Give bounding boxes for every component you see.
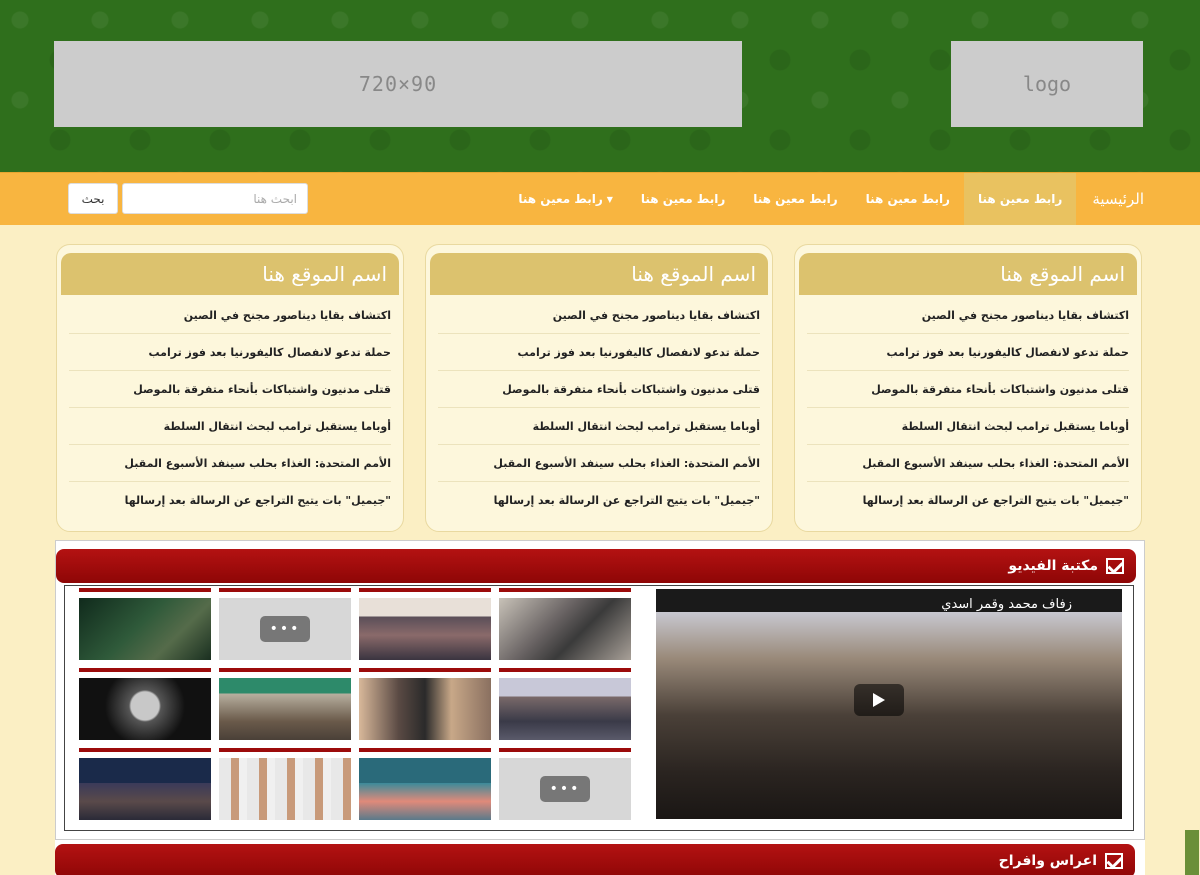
video-thumbnail-image: [79, 598, 211, 660]
video-thumbnail-image: [359, 598, 491, 660]
caret-down-icon: ▼: [606, 194, 613, 204]
more-icon: •••: [540, 776, 590, 802]
video-thumbnail[interactable]: •••: [499, 748, 631, 820]
news-item[interactable]: الأمم المتحدة: الغذاء بحلب سينفد الأسبوع…: [69, 445, 391, 482]
video-thumbnail[interactable]: [359, 668, 491, 740]
news-item[interactable]: قتلى مدنيون واشتباكات بأنحاء متفرقة بالم…: [438, 371, 760, 408]
more-icon: •••: [260, 616, 310, 642]
news-item[interactable]: "جيميل" بات يتيح التراجع عن الرسالة بعد …: [807, 482, 1129, 518]
video-thumbnail-image: [359, 758, 491, 820]
video-thumbnail-image: [219, 678, 351, 740]
video-placeholder: •••: [219, 598, 351, 660]
section-header: اعراس وافراح: [55, 844, 1135, 875]
news-item[interactable]: اكتشاف بقايا ديناصور مجنح في الصين: [807, 297, 1129, 334]
nav-link-label: رابط معين هنا: [977, 192, 1063, 206]
main-video-player[interactable]: زفاف محمد وقمر اسدي: [656, 589, 1122, 819]
nav-home-label: الرئيسية: [1092, 190, 1144, 208]
video-thumbnail[interactable]: [79, 668, 211, 740]
news-item[interactable]: الأمم المتحدة: الغذاء بحلب سينفد الأسبوع…: [807, 445, 1129, 482]
video-caption: زفاف محمد وقمر اسدي: [941, 597, 1072, 612]
video-thumbnail-image: [219, 758, 351, 820]
nav-link-3[interactable]: رابط معين هنا: [739, 173, 851, 225]
news-list: اكتشاف بقايا ديناصور مجنح في الصين حملة …: [426, 295, 772, 518]
news-box-left: اسم الموقع هنا اكتشاف بقايا ديناصور مجنح…: [56, 244, 404, 532]
nav-link-2[interactable]: رابط معين هنا: [852, 173, 964, 225]
site-header: 720×90 logo: [0, 0, 1200, 172]
video-thumbnail-image: [79, 758, 211, 820]
video-thumbnail-image: [359, 678, 491, 740]
video-thumbnail[interactable]: [499, 588, 631, 660]
news-list: اكتشاف بقايا ديناصور مجنح في الصين حملة …: [57, 295, 403, 518]
nav-link-label: رابط معين هنا: [865, 192, 950, 206]
ad-banner[interactable]: 720×90: [54, 41, 742, 127]
video-library-section: مكتبة الفيديو ••• ••• زفاف محمد وقمر اسد…: [55, 540, 1145, 840]
nav-link-4[interactable]: رابط معين هنا: [627, 173, 739, 225]
nav-link-label: رابط معين هنا: [518, 192, 603, 206]
video-thumbnail[interactable]: [79, 748, 211, 820]
nav-link-1[interactable]: رابط معين هنا: [963, 173, 1077, 225]
news-item[interactable]: الأمم المتحدة: الغذاء بحلب سينفد الأسبوع…: [438, 445, 760, 482]
video-thumbnail[interactable]: [499, 668, 631, 740]
news-box-right: اسم الموقع هنا اكتشاف بقايا ديناصور مجنح…: [794, 244, 1142, 532]
news-box-title: اسم الموقع هنا: [430, 253, 768, 295]
news-item[interactable]: "جيميل" بات يتيح التراجع عن الرسالة بعد …: [438, 482, 760, 518]
news-item[interactable]: حملة تدعو لانفصال كاليفورنيا بعد فوز ترا…: [438, 334, 760, 371]
news-item[interactable]: قتلى مدنيون واشتباكات بأنحاء متفرقة بالم…: [69, 371, 391, 408]
play-icon[interactable]: [854, 684, 904, 716]
video-thumbnail-image: [79, 678, 211, 740]
checkbox-icon: [1106, 558, 1124, 574]
video-thumbnail-image: [499, 678, 631, 740]
weddings-section: اعراس وافراح: [55, 840, 1145, 875]
video-thumbnail[interactable]: [219, 668, 351, 740]
news-item[interactable]: أوباما يستقبل ترامب لبحث انتقال السلطة: [807, 408, 1129, 445]
nav-dropdown[interactable]: رابط معين هنا ▼: [504, 173, 627, 225]
news-list: اكتشاف بقايا ديناصور مجنح في الصين حملة …: [795, 295, 1141, 518]
news-item[interactable]: حملة تدعو لانفصال كاليفورنيا بعد فوز ترا…: [69, 334, 391, 371]
news-item[interactable]: اكتشاف بقايا ديناصور مجنح في الصين: [438, 297, 760, 334]
nav-link-label: رابط معين هنا: [640, 192, 726, 206]
news-box-title: اسم الموقع هنا: [799, 253, 1137, 295]
nav-home[interactable]: الرئيسية: [1076, 173, 1144, 225]
nav-link-label: رابط معين هنا: [753, 192, 838, 206]
news-item[interactable]: حملة تدعو لانفصال كاليفورنيا بعد فوز ترا…: [807, 334, 1129, 371]
video-placeholder: •••: [499, 758, 631, 820]
search-form: بحث: [68, 183, 308, 214]
video-thumbnail[interactable]: [359, 588, 491, 660]
page-background-strip: [1145, 540, 1200, 875]
site-logo[interactable]: logo: [951, 41, 1143, 127]
news-item[interactable]: "جيميل" بات يتيح التراجع عن الرسالة بعد …: [69, 482, 391, 518]
video-thumbnail[interactable]: [79, 588, 211, 660]
video-thumbnail[interactable]: •••: [219, 588, 351, 660]
search-button[interactable]: بحث: [68, 183, 118, 214]
news-item[interactable]: أوباما يستقبل ترامب لبحث انتقال السلطة: [69, 408, 391, 445]
video-thumbnail-image: [499, 598, 631, 660]
news-item[interactable]: أوباما يستقبل ترامب لبحث انتقال السلطة: [438, 408, 760, 445]
news-item[interactable]: اكتشاف بقايا ديناصور مجنح في الصين: [69, 297, 391, 334]
section-header: مكتبة الفيديو: [56, 549, 1136, 583]
search-input[interactable]: [122, 183, 308, 214]
section-title: مكتبة الفيديو: [1008, 558, 1098, 574]
video-thumbnail[interactable]: [219, 748, 351, 820]
video-thumbnail[interactable]: [359, 748, 491, 820]
news-item[interactable]: قتلى مدنيون واشتباكات بأنحاء متفرقة بالم…: [807, 371, 1129, 408]
news-box-title: اسم الموقع هنا: [61, 253, 399, 295]
video-gallery: ••• ••• زفاف محمد وقمر اسدي: [64, 585, 1134, 831]
checkbox-icon: [1105, 853, 1123, 869]
news-box-middle: اسم الموقع هنا اكتشاف بقايا ديناصور مجنح…: [425, 244, 773, 532]
section-title: اعراس وافراح: [998, 853, 1097, 869]
